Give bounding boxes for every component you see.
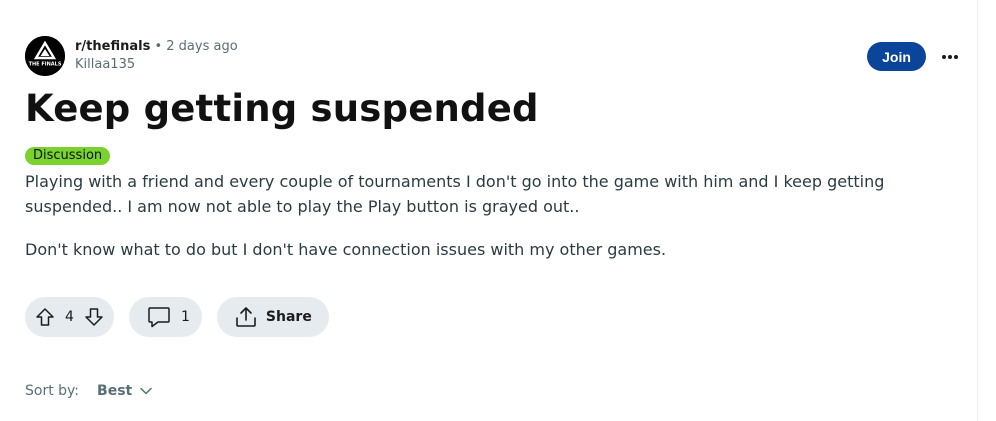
post-paragraph: Playing with a friend and every couple o… — [25, 172, 885, 216]
sort-dropdown[interactable]: Best — [97, 383, 152, 399]
downvote-button[interactable] — [84, 307, 104, 327]
post-body: Playing with a friend and every couple o… — [25, 169, 965, 262]
arrow-up-icon — [36, 308, 54, 326]
vote-bar: 4 — [25, 297, 114, 337]
subreddit-name[interactable]: r/thefinals — [75, 39, 150, 54]
post-container: THE FINALS r/thefinals • 2 days ago Kill… — [25, 34, 965, 262]
share-button[interactable]: Share — [216, 297, 329, 337]
share-label: Share — [265, 309, 312, 325]
share-upload-icon — [236, 307, 256, 327]
sort-label: Sort by: — [25, 383, 80, 399]
join-button[interactable]: Join — [867, 42, 926, 71]
sort-value: Best — [97, 383, 133, 399]
comment-count: 1 — [181, 309, 190, 325]
post-header: THE FINALS r/thefinals • 2 days ago Kill… — [25, 34, 965, 78]
vote-count: 4 — [65, 309, 74, 325]
ellipsis-icon — [942, 54, 958, 59]
subreddit-avatar[interactable]: THE FINALS — [25, 36, 65, 76]
svg-text:THE FINALS: THE FINALS — [29, 62, 62, 68]
post-meta: r/thefinals • 2 days ago Killaa135 — [75, 38, 238, 74]
post-page: THE FINALS r/thefinals • 2 days ago Kill… — [0, 0, 996, 421]
chevron-down-icon — [140, 387, 152, 395]
speech-bubble-icon — [148, 307, 170, 328]
comment-sort: Sort by: Best — [25, 383, 152, 399]
more-options-button[interactable] — [935, 42, 965, 71]
upvote-button[interactable] — [35, 307, 55, 327]
post-actions: 4 1 Share — [25, 297, 329, 337]
post-paragraph: Don't know what to do but I don't have c… — [25, 240, 667, 259]
arrow-down-icon — [85, 308, 103, 326]
post-title: Keep getting suspended — [25, 87, 539, 130]
sidebar-divider — [977, 0, 978, 421]
meta-separator: • — [154, 39, 163, 54]
the-finals-logo-icon: THE FINALS — [25, 36, 65, 76]
post-flair[interactable]: Discussion — [25, 147, 111, 165]
comments-button[interactable]: 1 — [129, 297, 202, 337]
post-time: 2 days ago — [166, 39, 238, 54]
post-author[interactable]: Killaa135 — [75, 56, 238, 74]
